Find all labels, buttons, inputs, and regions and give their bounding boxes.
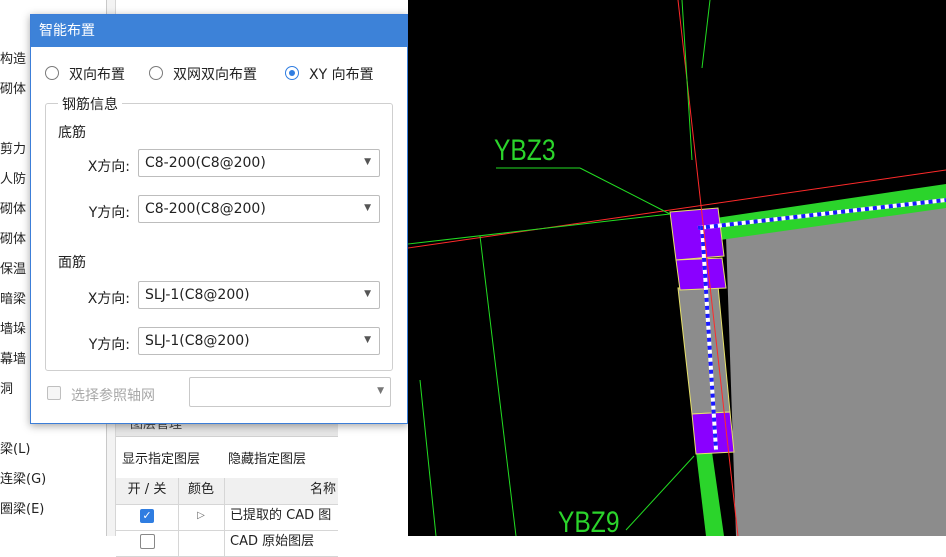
radio-circle-icon xyxy=(149,66,163,80)
sidebar-item-shear[interactable]: 剪力 xyxy=(0,138,26,157)
chevron-down-icon: ▼ xyxy=(364,335,371,345)
table-row[interactable]: CAD 原始图层 xyxy=(116,530,338,557)
bottom-x-select[interactable]: C8-200(C8@200) ▼ xyxy=(138,149,380,177)
leader-line xyxy=(625,455,695,531)
smart-layout-dialog: 智能布置 双向布置 双网双向布置 XY 向布置 钢筋信息 底筋 X方向: C8-… xyxy=(30,14,408,424)
dialog-title: 智能布置 xyxy=(31,15,407,47)
leader-line xyxy=(701,0,711,69)
hide-layer-button[interactable]: 隐藏指定图层 xyxy=(228,448,306,467)
wall-vertical xyxy=(696,452,724,536)
sidebar-item-ring-beam[interactable]: 圈梁(E) xyxy=(0,498,44,517)
top-rebar-label: 面筋 xyxy=(58,255,86,271)
sidebar-item-link-beam[interactable]: 连梁(G) xyxy=(0,468,46,487)
radio-label: XY 向布置 xyxy=(309,67,374,83)
select-value: C8-200(C8@200) xyxy=(145,155,266,171)
layer-toggle-cell: ✓ xyxy=(116,504,179,530)
radio-selected-icon xyxy=(285,66,299,80)
top-y-label: Y方向: xyxy=(88,337,130,353)
select-value: SLJ-1(C8@200) xyxy=(145,333,250,349)
radio-circle-icon xyxy=(45,66,59,80)
top-x-label: X方向: xyxy=(87,291,130,307)
chevron-down-icon: ▼ xyxy=(377,386,384,396)
cad-canvas[interactable]: YBZ3 YBZ9 xyxy=(408,0,946,536)
sidebar-item-construct[interactable]: 构造 xyxy=(0,48,26,67)
chevron-down-icon: ▼ xyxy=(364,203,371,213)
slab-region xyxy=(726,190,946,536)
column-purple xyxy=(669,207,725,261)
sidebar-item-insulation[interactable]: 保温 xyxy=(0,258,26,277)
sidebar-item-opening[interactable]: 洞 xyxy=(0,378,13,397)
layer-name: 已提取的 CAD 图 xyxy=(230,508,332,523)
ref-grid-checkbox[interactable] xyxy=(47,386,61,400)
show-layer-button[interactable]: 显示指定图层 xyxy=(122,448,200,467)
select-value: SLJ-1(C8@200) xyxy=(145,287,250,303)
top-x-select[interactable]: SLJ-1(C8@200) ▼ xyxy=(138,281,380,309)
bottom-rebar-label: 底筋 xyxy=(58,125,86,141)
layer-toggle-cell xyxy=(116,530,179,556)
column-purple xyxy=(675,257,727,291)
bottom-y-select[interactable]: C8-200(C8@200) ▼ xyxy=(138,195,380,223)
bottom-x-label: X方向: xyxy=(87,159,130,175)
table-row[interactable]: ✓ ▷ 已提取的 CAD 图 xyxy=(116,504,338,531)
bottom-y-label: Y方向: xyxy=(88,205,130,221)
chevron-down-icon: ▼ xyxy=(364,289,371,299)
layer-name: CAD 原始图层 xyxy=(230,534,315,549)
column-header-color: 颜色 xyxy=(178,478,225,504)
sidebar-item-curtain-wall[interactable]: 幕墙 xyxy=(0,348,26,367)
sidebar-item-masonry-2[interactable]: 砌体 xyxy=(0,198,26,217)
leader-line xyxy=(419,379,437,536)
cad-drawing: YBZ3 YBZ9 xyxy=(408,0,946,536)
expand-icon[interactable]: ▷ xyxy=(178,504,225,530)
radio-label: 双向布置 xyxy=(69,67,125,83)
ref-grid-select[interactable]: ▼ xyxy=(189,377,391,407)
checkbox-icon[interactable] xyxy=(139,534,155,549)
sidebar-item-wall-pier[interactable]: 墙垛 xyxy=(0,318,26,337)
leader-line xyxy=(479,235,517,536)
top-y-select[interactable]: SLJ-1(C8@200) ▼ xyxy=(138,327,380,355)
select-value: C8-200(C8@200) xyxy=(145,201,266,217)
leader-line xyxy=(408,213,671,245)
checkbox-checked-icon[interactable]: ✓ xyxy=(140,508,154,523)
sidebar-item-masonry[interactable]: 砌体 xyxy=(0,78,26,97)
column-label-ybz3: YBZ3 xyxy=(494,133,556,167)
leader-line xyxy=(579,167,671,215)
group-title: 钢筋信息 xyxy=(58,94,122,114)
sidebar-item-masonry-3[interactable]: 砌体 xyxy=(0,228,26,247)
leader-line xyxy=(681,0,693,161)
sidebar-item-civil-defense[interactable]: 人防 xyxy=(0,168,26,187)
radio-label: 双网双向布置 xyxy=(173,67,257,83)
layer-actions: 显示指定图层 隐藏指定图层 xyxy=(116,440,338,470)
column-header-name: 名称 xyxy=(309,482,336,497)
column-label-ybz9: YBZ9 xyxy=(558,505,620,536)
column-header-toggle: 开 / 关 xyxy=(116,478,179,504)
table-header: 开 / 关 颜色 名称 xyxy=(116,478,338,505)
sidebar-item-beam[interactable]: 梁(L) xyxy=(0,438,30,457)
rebar-info-group: 钢筋信息 底筋 X方向: C8-200(C8@200) ▼ Y方向: C8-20… xyxy=(45,94,393,371)
layer-color-cell xyxy=(178,530,225,556)
ref-grid-label: 选择参照轴网 xyxy=(71,388,155,404)
chevron-down-icon: ▼ xyxy=(364,157,371,167)
sidebar-item-hidden-beam[interactable]: 暗梁 xyxy=(0,288,26,307)
